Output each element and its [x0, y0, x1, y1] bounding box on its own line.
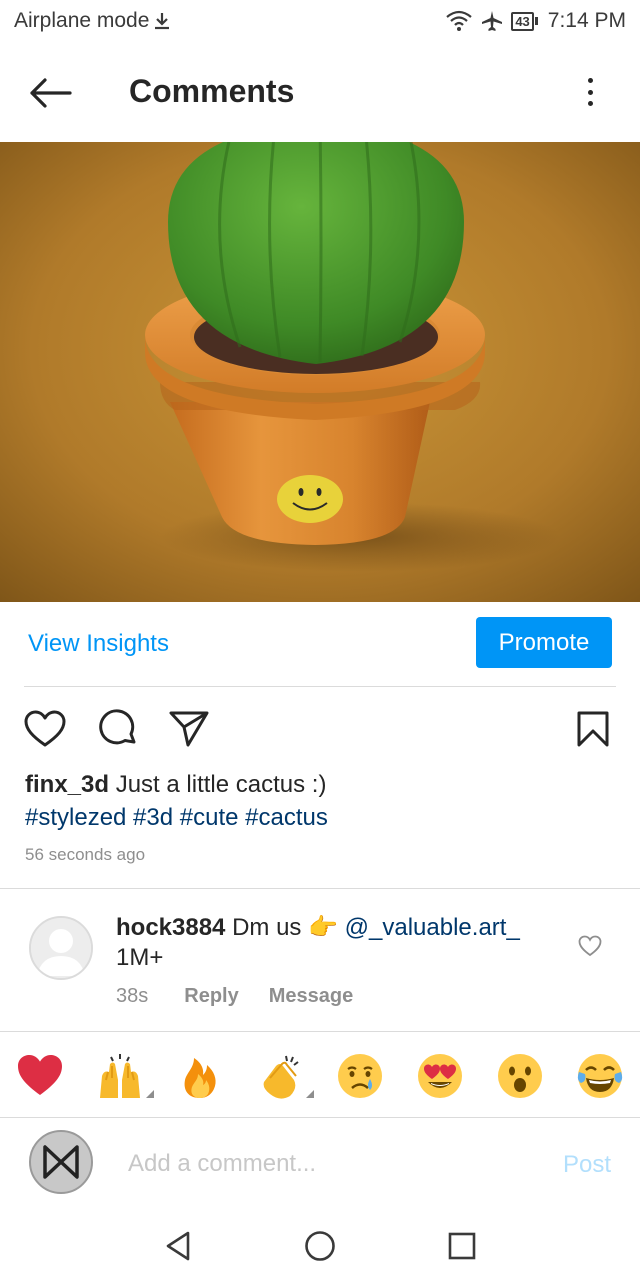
post-timestamp: 56 seconds ago	[25, 845, 146, 864]
post-button[interactable]: Post	[563, 1151, 611, 1179]
download-icon	[155, 13, 170, 30]
status-left: Airplane mode	[14, 9, 171, 33]
crying-face-emoji[interactable]	[336, 1052, 384, 1100]
system-nav-bar	[0, 1208, 640, 1280]
comment-body: Dm us	[232, 914, 302, 941]
battery-icon: 43	[511, 11, 538, 31]
fire-emoji[interactable]	[176, 1052, 224, 1100]
my-avatar	[29, 1130, 93, 1194]
logo-icon	[43, 1145, 79, 1179]
comment-mention[interactable]: @_valuable.art_	[345, 914, 520, 941]
surprised-face-emoji[interactable]	[496, 1052, 544, 1100]
save-button[interactable]	[570, 706, 616, 752]
recents-square-icon	[448, 1232, 476, 1260]
comment-icon	[99, 709, 136, 745]
caption-text: Just a little cactus :)	[115, 771, 327, 798]
heart-eyes-emoji[interactable]	[416, 1052, 464, 1100]
raising-hands-emoji[interactable]	[96, 1052, 154, 1100]
heart-icon	[578, 935, 602, 957]
skin-tone-indicator-icon	[306, 1090, 314, 1098]
caption-username[interactable]: finx_3d	[25, 771, 109, 798]
more-options-button[interactable]	[580, 72, 600, 112]
status-right: 43 7:14 PM	[445, 9, 626, 33]
promote-button[interactable]: Promote	[476, 617, 612, 668]
status-bar: Airplane mode 43 7:14 PM	[0, 0, 640, 44]
comment-composer: Post	[0, 1118, 640, 1208]
post-caption: finx_3d Just a little cactus :) #styleze…	[25, 768, 615, 834]
airplane-icon	[481, 10, 503, 32]
airplane-mode-label: Airplane mode	[14, 9, 150, 32]
cactus-pot-image	[0, 142, 640, 602]
battery-level: 43	[511, 11, 534, 31]
comment-line-2: 1M+	[116, 944, 164, 971]
skin-tone-indicator-icon	[146, 1090, 154, 1098]
avatar[interactable]	[29, 916, 93, 980]
comment-time: 38s	[116, 985, 149, 1007]
like-button[interactable]	[22, 706, 68, 752]
default-avatar-icon	[31, 918, 91, 978]
app-bar: Comments	[0, 44, 640, 140]
wifi-icon	[445, 10, 473, 32]
insights-row: View Insights Promote	[0, 602, 640, 686]
share-button[interactable]	[166, 706, 212, 752]
bookmark-icon	[577, 711, 609, 747]
share-icon	[169, 711, 209, 747]
back-button[interactable]	[24, 70, 76, 116]
post-image[interactable]	[0, 142, 640, 602]
comment-username[interactable]: hock3884	[116, 914, 225, 941]
emoji-reaction-bar	[0, 1032, 640, 1118]
message-button[interactable]: Message	[269, 985, 354, 1008]
comment-text: hock3884 Dm us 👉 @_valuable.art_ 1M+	[116, 913, 536, 973]
red-heart-emoji[interactable]	[16, 1052, 64, 1100]
heart-icon	[24, 710, 66, 747]
status-time: 7:14 PM	[547, 9, 626, 32]
pointing-right-icon: 👉	[308, 914, 338, 941]
divider	[24, 686, 616, 687]
nav-recents-button[interactable]	[442, 1226, 482, 1266]
caption-hashtags[interactable]: #stylezed #3d #cute #cactus	[25, 801, 615, 834]
nav-back-button[interactable]	[158, 1226, 198, 1266]
comment-meta: 38s Reply Message	[116, 985, 353, 1008]
back-triangle-icon	[166, 1231, 190, 1261]
tears-of-joy-emoji[interactable]	[576, 1052, 624, 1100]
back-arrow-icon	[30, 78, 72, 108]
comment-like-button[interactable]	[578, 935, 604, 959]
more-vertical-icon	[587, 78, 593, 83]
page-title: Comments	[129, 73, 295, 109]
reply-button[interactable]: Reply	[184, 985, 238, 1008]
view-insights-link[interactable]: View Insights	[28, 630, 169, 658]
comment-item: hock3884 Dm us 👉 @_valuable.art_ 1M+ 38s…	[0, 889, 640, 1031]
comment-button[interactable]	[95, 706, 141, 752]
comment-input[interactable]	[128, 1144, 528, 1184]
home-circle-icon	[305, 1231, 335, 1261]
clapping-hands-emoji[interactable]	[256, 1052, 314, 1100]
post-actions	[0, 700, 640, 756]
nav-home-button[interactable]	[300, 1226, 340, 1266]
